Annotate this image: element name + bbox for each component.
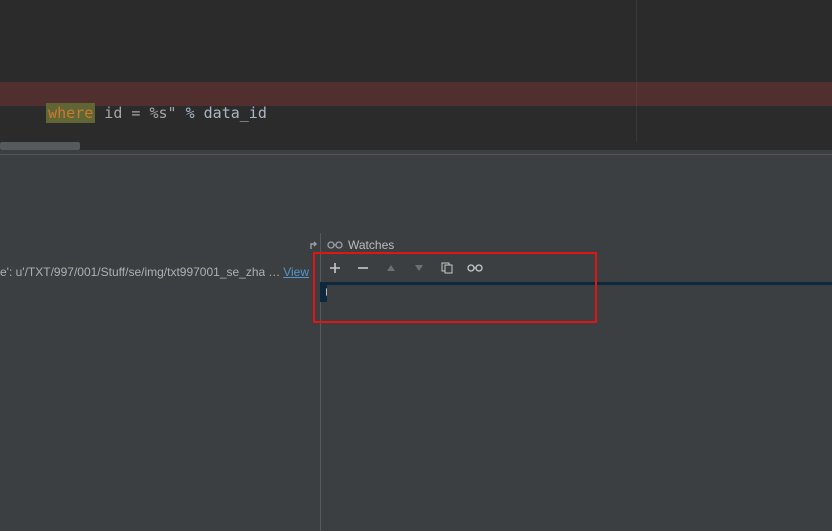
code-editor[interactable]: where id = %s" % data_id — [0, 0, 832, 146]
watches-move-down-button — [410, 259, 428, 277]
editor-horizontal-scrollbar[interactable] — [0, 142, 832, 150]
editor-scroll-thumb[interactable] — [0, 142, 80, 150]
variable-ellipsis: … — [265, 265, 283, 279]
variable-value-text: e': u'/TXT/997/001/Stuff/se/img/txt99700… — [0, 265, 265, 279]
code-string: id = %s" — [95, 104, 176, 122]
code-keyword: where — [46, 103, 95, 123]
debug-panel: Watches — [0, 154, 832, 531]
watches-glasses-button[interactable] — [466, 259, 484, 277]
glasses-icon — [327, 240, 343, 250]
watches-restore-icon[interactable] — [310, 240, 322, 250]
watches-header: Watches — [310, 236, 830, 254]
code-line: where id = %s" % data_id — [10, 86, 267, 140]
variable-view-link[interactable]: View — [283, 265, 309, 279]
code-identifier: data_id — [204, 104, 267, 122]
watches-add-button[interactable] — [326, 259, 344, 277]
watches-toolbar — [326, 256, 832, 280]
watches-remove-button[interactable] — [354, 259, 372, 277]
debug-panel-body: Watches — [0, 155, 832, 531]
watches-move-up-button — [382, 259, 400, 277]
variables-row[interactable]: e': u'/TXT/997/001/Stuff/se/img/txt99700… — [0, 264, 322, 280]
code-operator: % — [177, 104, 204, 122]
watches-title: Watches — [348, 238, 394, 252]
editor-right-split — [636, 0, 637, 146]
watches-copy-button[interactable] — [438, 259, 456, 277]
debug-panel-empty-area — [327, 285, 832, 531]
